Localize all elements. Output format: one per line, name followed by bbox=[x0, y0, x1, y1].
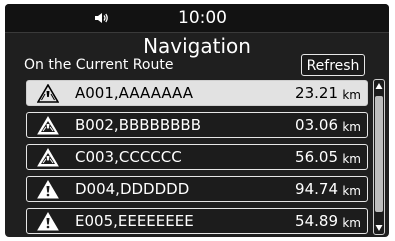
scroll-down-icon[interactable] bbox=[375, 224, 383, 232]
warning-icon bbox=[37, 212, 59, 231]
scroll-thumb[interactable] bbox=[375, 96, 383, 212]
item-distance: 94.74 bbox=[295, 180, 338, 198]
warning-icon bbox=[37, 84, 59, 103]
status-bar: 10:00 bbox=[5, 4, 389, 33]
item-name: C003,CCCCCC bbox=[75, 148, 182, 166]
list-item[interactable]: D004,DDDDDD 94.74 km bbox=[26, 176, 368, 202]
navigation-screen: 10:00 Navigation On the Current Route Re… bbox=[5, 4, 389, 237]
item-unit: km bbox=[342, 152, 361, 166]
item-name: D004,DDDDDD bbox=[75, 180, 190, 198]
item-unit: km bbox=[342, 184, 361, 198]
scrollbar[interactable] bbox=[373, 79, 385, 235]
item-unit: km bbox=[342, 216, 361, 230]
warning-icon bbox=[37, 180, 59, 199]
item-unit: km bbox=[342, 88, 361, 102]
list-item[interactable]: E005,EEEEEEEE 54.89 km bbox=[26, 208, 368, 234]
road-warning-icon bbox=[37, 116, 59, 135]
item-name: B002,BBBBBBBB bbox=[75, 116, 202, 134]
page-subtitle: On the Current Route bbox=[24, 57, 174, 73]
refresh-button[interactable]: Refresh bbox=[301, 54, 365, 76]
speaker-icon bbox=[95, 13, 108, 23]
item-name: A001,AAAAAAA bbox=[75, 84, 193, 102]
scroll-up-icon[interactable] bbox=[375, 82, 383, 90]
item-distance: 54.89 bbox=[295, 212, 338, 230]
list-item[interactable]: C003,CCCCCC 56.05 km bbox=[26, 144, 368, 170]
clock: 10:00 bbox=[178, 8, 227, 28]
item-distance: 56.05 bbox=[295, 148, 338, 166]
item-name: E005,EEEEEEEE bbox=[75, 212, 194, 230]
item-distance: 23.21 bbox=[295, 84, 338, 102]
item-distance: 03.06 bbox=[295, 116, 338, 134]
list-item[interactable]: B002,BBBBBBBB 03.06 km bbox=[26, 112, 368, 138]
road-warning-icon bbox=[37, 148, 59, 167]
list-item[interactable]: A001,AAAAAAA 23.21 km bbox=[26, 80, 368, 106]
item-unit: km bbox=[342, 120, 361, 134]
